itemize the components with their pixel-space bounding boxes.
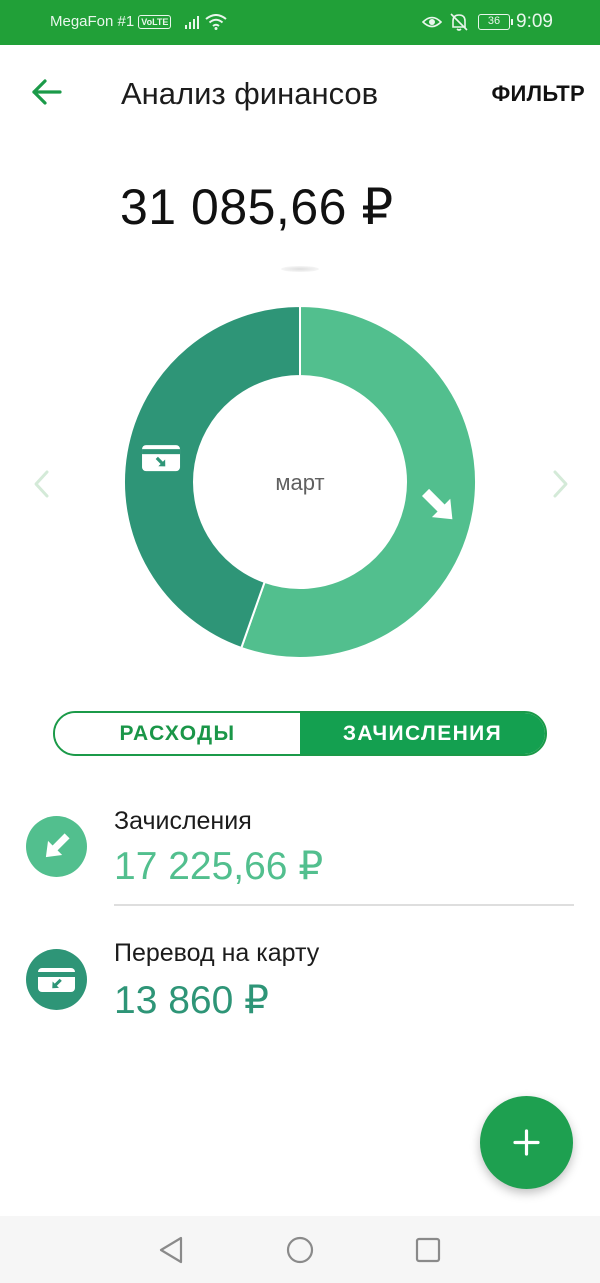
- wifi-icon: [205, 13, 228, 30]
- chevron-left-icon[interactable]: [30, 467, 54, 501]
- bell-off-icon: [450, 13, 468, 31]
- chevron-right-icon[interactable]: [548, 467, 572, 501]
- arrow-down-right-icon: [26, 816, 87, 877]
- clock: 9:09: [516, 11, 553, 32]
- card-transfer-icon: [142, 445, 181, 472]
- signal-icon: [185, 15, 200, 29]
- plus-icon: [513, 1129, 540, 1156]
- list-divider: [114, 904, 574, 906]
- nav-recents-icon[interactable]: [412, 1234, 444, 1266]
- volte-badge: VoLTE: [138, 14, 172, 29]
- status-left: MegaFon #1 VoLTE: [50, 13, 228, 30]
- list-item-name: Перевод на карту: [114, 939, 320, 967]
- arrow-left-icon[interactable]: [30, 75, 64, 109]
- nav-home-icon[interactable]: [284, 1234, 316, 1266]
- status-right: 36 9:09: [422, 11, 553, 33]
- toggle-expenses[interactable]: РАСХОДЫ: [55, 713, 300, 754]
- pull-handle: [281, 266, 319, 272]
- nav-back-icon[interactable]: [156, 1234, 188, 1266]
- eye-icon: [422, 16, 443, 28]
- list-item-name: Зачисления: [114, 807, 252, 835]
- list-item-income[interactable]: Зачисления 17 225,66 ₽: [0, 790, 600, 910]
- card-transfer-icon: [26, 949, 87, 1010]
- filter-button[interactable]: ФИЛЬТР: [491, 81, 585, 107]
- status-bar: MegaFon #1 VoLTE 36 9:09: [0, 0, 600, 45]
- page-title: Анализ финансов: [121, 76, 379, 111]
- list-item-transfer[interactable]: Перевод на карту 13 860 ₽: [0, 925, 600, 1045]
- type-toggle: РАСХОДЫ ЗАЧИСЛЕНИЯ: [53, 711, 547, 756]
- carrier-name: MegaFon #1: [50, 13, 135, 30]
- list-item-amount: 13 860 ₽: [114, 979, 269, 1022]
- battery-icon: 36: [478, 14, 514, 30]
- system-nav-bar: [0, 1216, 600, 1283]
- app-header: Анализ финансов ФИЛЬТР: [0, 45, 600, 140]
- donut-chart: март: [0, 300, 600, 670]
- chart-center-label: март: [275, 470, 325, 495]
- toggle-income[interactable]: ЗАЧИСЛЕНИЯ: [300, 713, 545, 754]
- total-amount: 31 085,66 ₽: [120, 179, 394, 235]
- add-button[interactable]: [480, 1096, 573, 1189]
- list-item-amount: 17 225,66 ₽: [114, 845, 324, 888]
